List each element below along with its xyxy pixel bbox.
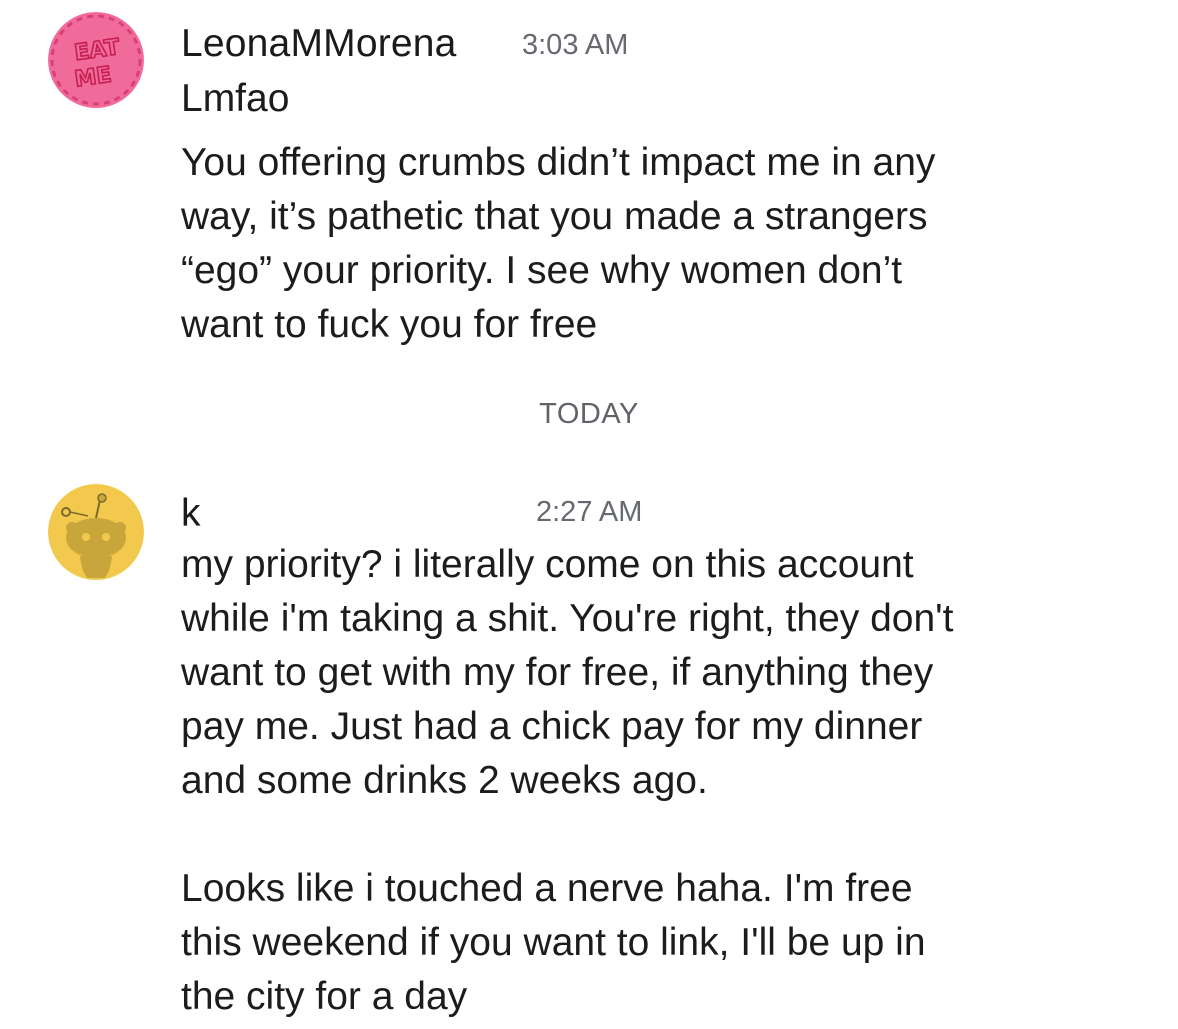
avatar-text-me: ME: [73, 63, 113, 93]
username[interactable]: LeonaMMorena: [181, 22, 457, 66]
message-text: my priority? i literally come on this ac…: [181, 543, 954, 1018]
avatar[interactable]: [48, 484, 144, 580]
message-k: k 2:27 AM my priority? i literally come …: [0, 470, 1178, 1029]
reddit-snoo-avatar-icon: [48, 484, 144, 580]
eat-me-avatar-icon: EAT ME: [48, 12, 144, 108]
timestamp: 2:27 AM: [536, 496, 643, 528]
message-text: You offering crumbs didn’t impact me in …: [181, 141, 936, 346]
timestamp: 3:03 AM: [522, 29, 629, 61]
message-text: Lmfao: [181, 77, 290, 120]
username[interactable]: k: [181, 492, 201, 536]
message-leona: EAT ME LeonaMMorena 3:03 AM Lmfao You of…: [0, 0, 1178, 380]
avatar[interactable]: EAT ME: [48, 12, 144, 108]
day-divider: TODAY: [539, 398, 639, 430]
